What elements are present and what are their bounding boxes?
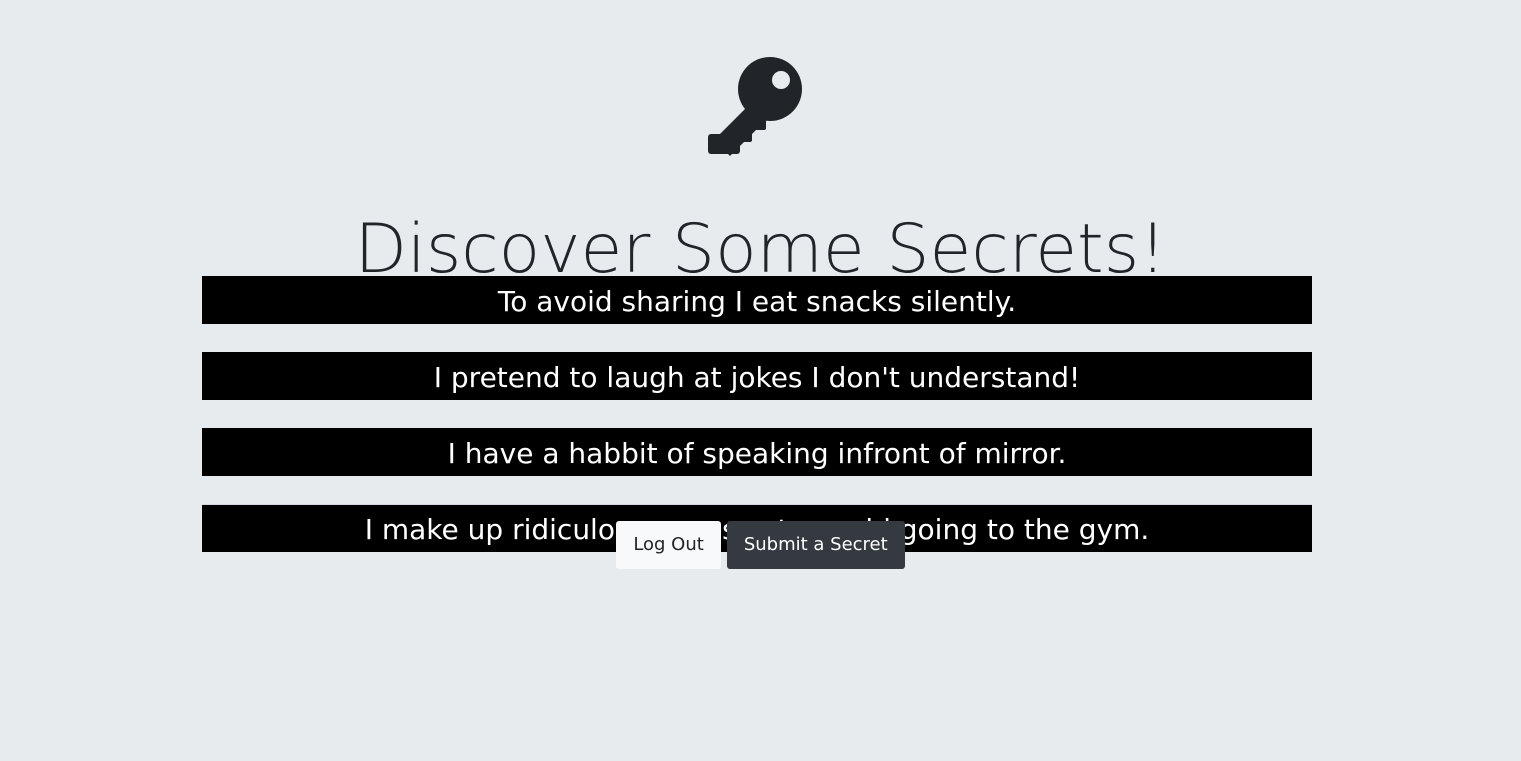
key-icon [706,56,806,156]
secret-item: I have a habbit of speaking infront of m… [202,428,1312,476]
secret-item: To avoid sharing I eat snacks silently. [202,276,1312,324]
secrets-list: To avoid sharing I eat snacks silently. … [202,248,1312,568]
submit-secret-button[interactable]: Submit a Secret [726,521,905,569]
actions-row: Log Out Submit a Secret [0,521,1521,569]
divider [202,504,1312,505]
secret-item: I pretend to laugh at jokes I don't unde… [202,352,1312,400]
page-container: Discover Some Secrets! To avoid sharing … [0,0,1521,761]
log-out-button[interactable]: Log Out [616,521,721,569]
